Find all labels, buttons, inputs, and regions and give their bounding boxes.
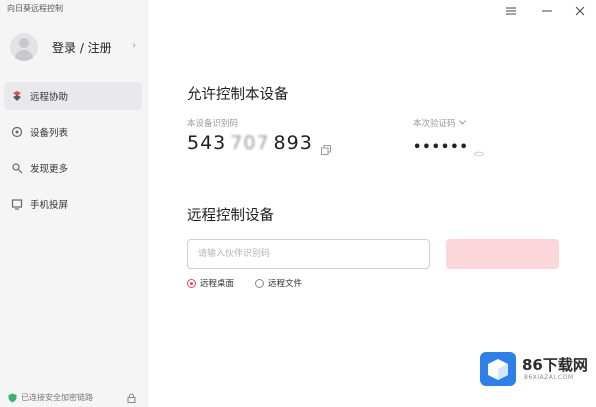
remote-assist-icon <box>10 89 24 103</box>
watermark-url: 86XIAZAI.COM <box>524 374 574 381</box>
remote-file-option[interactable]: 远程文件 <box>255 277 302 289</box>
device-list-icon <box>10 125 24 139</box>
lock-icon[interactable] <box>127 388 136 407</box>
watermark-text: 86下载网 <box>522 356 588 374</box>
close-icon[interactable] <box>573 4 587 18</box>
device-id-masked: 707 <box>230 132 270 154</box>
remote-control-title: 远程控制设备 <box>187 208 274 224</box>
chevron-right-icon: › <box>132 41 136 51</box>
chevron-down-icon <box>458 118 466 128</box>
discover-icon <box>10 161 24 175</box>
sidebar-item-label: 发现更多 <box>30 164 69 175</box>
radio-label: 远程文件 <box>268 279 303 289</box>
radio-label: 远程桌面 <box>200 279 235 289</box>
connection-status-text: 已连接安全加密链路 <box>21 393 93 402</box>
sidebar-item-device-list[interactable]: 设备列表 <box>4 118 142 146</box>
app-title: 向日葵远程控制 <box>7 4 63 13</box>
device-id-prefix: 543 <box>187 132 227 154</box>
sidebar-item-label: 设备列表 <box>30 128 69 139</box>
device-id-value: 543 707 893 <box>187 132 313 154</box>
shield-icon <box>8 388 17 407</box>
allow-control-title: 允许控制本设备 <box>187 87 289 103</box>
sidebar: 向日葵远程控制 登录 / 注册 › 远程协助 设备列表 发现更多 手机投屏 已连… <box>0 0 148 407</box>
screen-cast-icon <box>10 197 24 211</box>
partner-id-input[interactable] <box>187 239 430 269</box>
login-label: 登录 / 注册 <box>52 40 112 55</box>
device-id-label: 本设备识别码 <box>187 119 239 129</box>
radio-remote-file[interactable] <box>255 278 264 288</box>
watermark-logo-icon <box>480 352 516 386</box>
copy-icon[interactable] <box>321 140 331 159</box>
sidebar-item-discover[interactable]: 发现更多 <box>4 154 142 182</box>
connect-button[interactable] <box>446 239 559 269</box>
menu-icon[interactable] <box>504 4 518 18</box>
device-id-suffix: 893 <box>273 132 313 154</box>
remote-desktop-option[interactable]: 远程桌面 <box>187 277 234 289</box>
sidebar-nav: 远程协助 设备列表 发现更多 手机投屏 <box>4 82 142 226</box>
watermark: 86下载网 86XIAZAI.COM <box>478 350 590 390</box>
connection-status: 已连接安全加密链路 <box>8 388 140 407</box>
sidebar-item-screen-cast[interactable]: 手机投屏 <box>4 190 142 218</box>
minimize-icon[interactable] <box>540 4 554 18</box>
radio-remote-desktop[interactable] <box>187 278 196 288</box>
sidebar-item-label: 手机投屏 <box>30 200 69 211</box>
login-register-button[interactable]: 登录 / 注册 › <box>10 32 140 62</box>
avatar <box>10 33 38 61</box>
eye-icon[interactable] <box>473 142 485 161</box>
sidebar-item-remote-assist[interactable]: 远程协助 <box>4 82 142 110</box>
password-value: •••••• <box>413 140 469 155</box>
password-label[interactable]: 本次验证码 <box>413 117 466 129</box>
sidebar-item-label: 远程协助 <box>30 92 69 103</box>
